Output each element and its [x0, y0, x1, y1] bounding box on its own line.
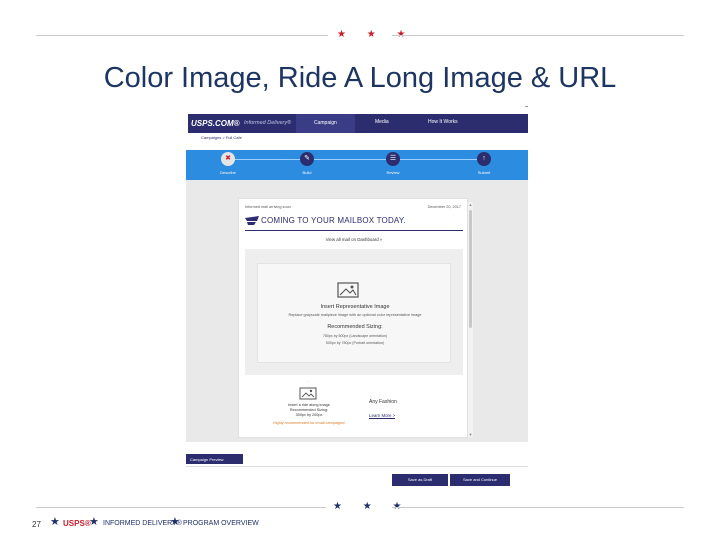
email-date: December 20, 2017	[427, 205, 461, 209]
ride-along-dot: ·	[308, 379, 310, 384]
representative-image-placeholder[interactable]: Insert Representative Image Replace gray…	[245, 249, 463, 375]
step-submit-label: Submit	[477, 170, 491, 175]
ride-along-image-icon	[299, 387, 317, 400]
learn-more-link[interactable]: Learn More >	[369, 413, 396, 419]
step-review-label: Review	[386, 170, 400, 175]
step-submit-icon[interactable]: ↑	[477, 152, 491, 166]
preview-scrollbar[interactable]: ▲ ▼	[468, 202, 473, 437]
hero-title: Insert Representative Image	[320, 304, 390, 310]
hero-description: Replace grayscale mailpiece image with a…	[288, 313, 422, 317]
ride-along-image-placeholder[interactable]: · Insert a ride along image Recommended …	[273, 379, 345, 435]
usps-logo[interactable]: USPS.COM®	[191, 119, 240, 128]
representative-image-frame: Insert Representative Image Replace gray…	[257, 263, 451, 363]
screenshot-edge-mark	[525, 106, 528, 107]
scroll-up-arrow-icon[interactable]: ▲	[468, 202, 473, 207]
stepper-line	[228, 159, 486, 160]
campaign-builder-screenshot: USPS.COM® Informed Delivery® Campaign Me…	[186, 106, 530, 490]
footer-usps-logo: USPS®	[63, 519, 91, 528]
hero-sizing-portrait: 500px by 780px (Portrait orientation)	[325, 341, 385, 345]
step-build-label: Build	[302, 170, 312, 175]
step-describe-icon[interactable]: ✖	[221, 152, 235, 166]
bottom-divider-right	[392, 507, 684, 508]
screenshot-top-area: USPS.COM® Informed Delivery® Campaign Me…	[186, 106, 530, 150]
hero-sizing-landscape: 780px by 500px (Landscape orientation)	[322, 334, 388, 338]
step-review-icon[interactable]: ☰	[386, 152, 400, 166]
footer-star-icon: ★	[170, 516, 180, 528]
footer-star-icon: ★	[50, 516, 60, 528]
campaign-stepper: ✖ Describe ✎ Build ☰ Review ↑ Submit	[186, 150, 528, 180]
ride-along-recommendation: Highly recommended for email campaigns!	[273, 421, 345, 425]
hero-sizing-title: Recommended Sizing:	[327, 324, 383, 330]
breadcrumb[interactable]: Campaigns > Full Cafe	[201, 135, 242, 140]
save-continue-button[interactable]: Save and Continue	[450, 474, 510, 486]
slide-title: Color Image, Ride A Long Image & URL	[103, 62, 617, 94]
ride-along-caption-title: Any Fashion	[369, 399, 397, 405]
top-divider-right	[392, 35, 684, 36]
ride-along-sizing-title: Recommended Sizing:	[289, 408, 329, 412]
campaign-preview-tab[interactable]: Campaign Preview	[186, 454, 243, 464]
top-divider-left	[36, 35, 328, 36]
email-preview-card: Informed mail arriving soon December 20,…	[238, 198, 468, 438]
scroll-thumb[interactable]	[469, 210, 472, 328]
step-describe-label: Describe	[220, 170, 236, 175]
email-divider	[245, 230, 463, 231]
view-dashboard-link[interactable]: View all mail on Dashboard »	[239, 237, 469, 242]
ride-along-label: Insert a ride along image	[288, 403, 330, 407]
footer-star-icon: ★	[89, 516, 99, 528]
bottom-divider-left	[36, 507, 326, 508]
footer-program-overview: PROGRAM OVERVIEW	[183, 520, 259, 527]
save-draft-button[interactable]: Save as Draft	[392, 474, 448, 486]
nav-how-it-works[interactable]: How It Works	[428, 119, 458, 125]
slide-footer: 27 ★ USPS® ★ INFORMED DELIVERY® ★ PROGRA…	[0, 514, 720, 534]
image-placeholder-icon	[337, 282, 359, 298]
step-build-icon[interactable]: ✎	[300, 152, 314, 166]
page-number: 27	[32, 520, 41, 529]
usps-header-bar: USPS.COM® Informed Delivery® Campaign Me…	[188, 114, 528, 133]
email-headline: COMING TO YOUR MAILBOX TODAY.	[261, 216, 406, 225]
usps-eagle-icon	[245, 216, 259, 225]
button-row-divider	[186, 466, 528, 467]
nav-media[interactable]: Media	[375, 119, 389, 125]
nav-campaign[interactable]: Campaign	[296, 114, 355, 133]
informed-delivery-logo-text: Informed Delivery®	[244, 120, 292, 126]
ride-along-sizing-value: 300px by 200px	[295, 413, 323, 417]
email-from-text: Informed mail arriving soon	[245, 205, 291, 209]
scroll-down-arrow-icon[interactable]: ▼	[468, 432, 473, 437]
